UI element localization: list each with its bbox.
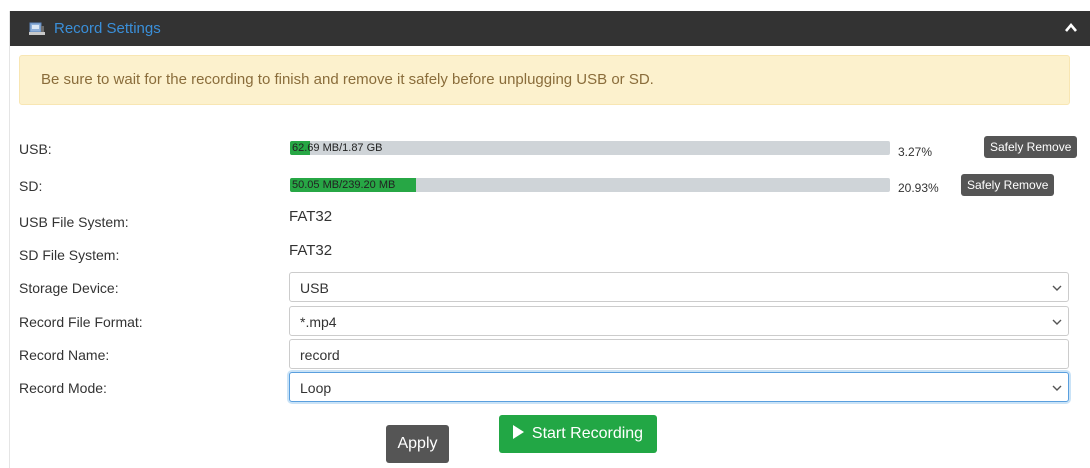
record-name-input[interactable]: record [289,339,1069,369]
chevron-up-icon[interactable] [1064,22,1078,34]
record-mode-label: Record Mode: [19,380,107,396]
record-mode-value: Loop [300,380,332,396]
apply-button[interactable]: Apply [386,425,449,463]
sd-fs-value: FAT32 [289,242,333,259]
usb-usage-text: 62.69 MB/1.87 GB [292,142,383,154]
panel-header[interactable]: Record Settings [10,11,1090,46]
file-format-value: *.mp4 [300,314,337,330]
file-format-select[interactable]: *.mp4 [289,306,1069,336]
warning-alert: Be sure to wait for the recording to fin… [19,55,1070,105]
panel-title: Record Settings [54,20,161,37]
record-name-label: Record Name: [19,347,110,363]
sd-percent: 20.93% [898,181,939,195]
usb-progress-bar: 62.69 MB/1.87 GB [290,141,890,155]
sd-fs-label: SD File System: [19,247,120,263]
sd-label: SD: [19,178,43,194]
storage-device-value: USB [300,280,329,296]
storage-device-label: Storage Device: [19,280,119,296]
storage-icon [29,22,45,35]
usb-fs-value: FAT32 [289,208,333,225]
usb-fs-label: USB File System: [19,214,129,230]
alert-text: Be sure to wait for the recording to fin… [41,71,654,88]
chevron-down-icon [1052,319,1062,325]
usb-safely-remove-button[interactable]: Safely Remove [984,136,1078,158]
usb-percent: 3.27% [898,145,933,159]
sd-progress-bar: 50.05 MB/239.20 MB [290,178,890,192]
record-name-value: record [300,347,340,363]
record-mode-select[interactable]: Loop [289,372,1069,402]
sd-usage-text: 50.05 MB/239.20 MB [292,179,396,191]
sd-safely-remove-button[interactable]: Safely Remove [961,174,1055,196]
storage-device-select[interactable]: USB [289,272,1069,302]
usb-label: USB: [19,141,52,157]
play-icon [512,425,524,439]
chevron-down-icon [1052,285,1062,291]
start-recording-label: Start Recording [531,425,644,442]
chevron-down-icon [1052,385,1062,391]
start-recording-button[interactable]: Start Recording [499,415,657,453]
file-format-label: Record File Format: [19,314,143,330]
